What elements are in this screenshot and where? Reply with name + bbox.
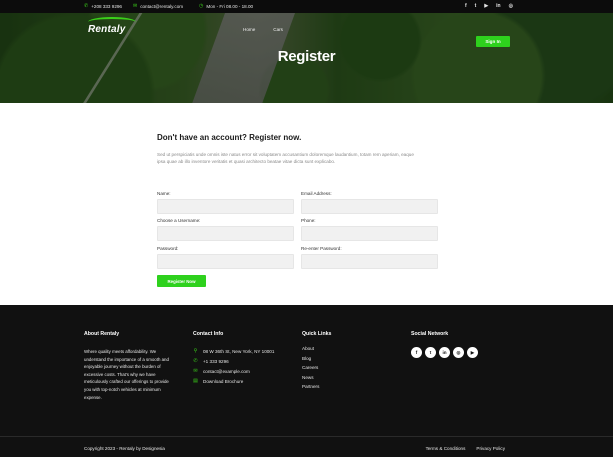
- email-input[interactable]: [301, 199, 438, 214]
- footer-social: Social Network f t in ◎ ▶: [411, 331, 478, 358]
- username-label: Choose a Username:: [157, 218, 201, 223]
- quick-links-title: Quick Links: [302, 331, 332, 337]
- footer-divider: [0, 436, 613, 437]
- instagram-icon[interactable]: ◎: [453, 347, 464, 358]
- privacy-link[interactable]: Privacy Policy: [476, 446, 505, 451]
- linkedin-icon[interactable]: in: [496, 4, 500, 9]
- facebook-icon[interactable]: f: [465, 4, 467, 9]
- instagram-icon[interactable]: ◎: [509, 4, 513, 9]
- contact-phone[interactable]: ✆ +1 333 9296: [193, 356, 274, 366]
- nav-item-cars[interactable]: Cars: [273, 27, 283, 32]
- topbar-hours: ◷ Mon - Fri 08.00 - 18.00: [199, 0, 253, 13]
- social-icons: f t in ◎ ▶: [411, 347, 478, 358]
- phone-label: Phone:: [301, 218, 316, 223]
- link-partners[interactable]: Partners: [302, 384, 331, 394]
- name-field-group: Name:: [157, 191, 294, 214]
- site-footer: About Rentaly Where quality meets afford…: [0, 305, 613, 457]
- file-icon: ▤: [193, 378, 198, 384]
- mail-icon: ✉: [193, 368, 198, 374]
- password-input[interactable]: [157, 254, 294, 269]
- contact-address: ⚲ 08 W 36th St, New York, NY 10001: [193, 346, 275, 356]
- main-nav: Home Cars: [243, 27, 283, 32]
- contact-email[interactable]: ✉ contact@example.com: [193, 366, 274, 376]
- facebook-icon[interactable]: f: [411, 347, 422, 358]
- page-title: Register: [277, 48, 336, 65]
- contact-brochure-text: Download Brochure: [203, 378, 244, 384]
- contact-email-text: contact@example.com: [203, 368, 250, 374]
- link-about[interactable]: About: [302, 346, 331, 356]
- top-bar: ✆ +208 333 9296 ✉ contact@rentaly.com ◷ …: [0, 0, 613, 13]
- legal-links: Terms & Conditions Privacy Policy: [426, 446, 505, 451]
- email-label: Email Address:: [301, 191, 332, 196]
- nav-item-home[interactable]: Home: [243, 27, 255, 32]
- site-logo[interactable]: Rentaly: [88, 17, 136, 35]
- topbar-phone-text: +208 333 9296: [91, 4, 122, 9]
- terms-link[interactable]: Terms & Conditions: [426, 446, 466, 451]
- topbar-hours-text: Mon - Fri 08.00 - 18.00: [206, 4, 254, 9]
- twitter-icon[interactable]: t: [425, 347, 436, 358]
- phone-input[interactable]: [301, 226, 438, 241]
- register-form: Don't have an account? Register now. Sed…: [157, 133, 442, 315]
- email-field-group: Email Address:: [301, 191, 438, 214]
- repassword-label: Re-enter Password:: [301, 246, 342, 251]
- footer-about: About Rentaly Where quality meets afford…: [84, 331, 176, 401]
- link-careers[interactable]: Careers: [302, 365, 331, 375]
- contact-list: ⚲ 08 W 36th St, New York, NY 10001 ✆ +1 …: [193, 346, 274, 386]
- username-input[interactable]: [157, 226, 294, 241]
- register-button[interactable]: Register Now: [157, 275, 206, 287]
- contact-phone-text: +1 333 9296: [203, 358, 229, 364]
- map-pin-icon: ⚲: [193, 348, 198, 354]
- linkedin-icon[interactable]: in: [439, 347, 450, 358]
- footer-quick-links: Quick Links About Blog Careers News Part…: [302, 331, 331, 394]
- repassword-field-group: Re-enter Password:: [301, 246, 438, 269]
- phone-field-group: Phone:: [301, 218, 438, 241]
- password-label: Password:: [157, 246, 179, 251]
- topbar-phone[interactable]: ✆ +208 333 9296: [84, 0, 122, 13]
- username-field-group: Choose a Username:: [157, 218, 294, 241]
- hero-banner: Rentaly Home Cars Sign In Register: [0, 13, 613, 103]
- phone-icon: ✆: [193, 358, 198, 364]
- about-text: Where quality meets affordability. We un…: [84, 349, 169, 400]
- footer-contact: Contact Info ⚲ 08 W 36th St, New York, N…: [193, 331, 274, 386]
- youtube-icon[interactable]: ▶: [467, 347, 478, 358]
- mail-icon: ✉: [133, 3, 138, 9]
- contact-address-text: 08 W 36th St, New York, NY 10001: [203, 348, 275, 354]
- topbar-email[interactable]: ✉ contact@rentaly.com: [133, 0, 183, 13]
- repassword-input[interactable]: [301, 254, 438, 269]
- form-heading: Don't have an account? Register now.: [157, 133, 302, 142]
- form-description: Sed ut perspiciatis unde omnis iste natu…: [157, 152, 414, 164]
- link-news[interactable]: News: [302, 375, 331, 385]
- contact-title: Contact Info: [193, 331, 224, 337]
- clock-icon: ◷: [199, 3, 204, 9]
- logo-text: Rentaly: [88, 24, 126, 35]
- signin-button[interactable]: Sign In: [476, 36, 510, 47]
- quick-links-list: About Blog Careers News Partners: [302, 346, 331, 394]
- twitter-icon[interactable]: t: [475, 4, 477, 9]
- name-label: Name:: [157, 191, 171, 196]
- link-blog[interactable]: Blog: [302, 356, 331, 366]
- phone-icon: ✆: [84, 3, 89, 9]
- name-input[interactable]: [157, 199, 294, 214]
- youtube-icon[interactable]: ▶: [484, 4, 488, 9]
- topbar-socials: f t ▶ in ◎: [465, 0, 513, 13]
- social-title: Social Network: [411, 331, 449, 337]
- contact-brochure[interactable]: ▤ Download Brochure: [193, 376, 274, 386]
- password-field-group: Password:: [157, 246, 294, 269]
- copyright-text: Copyright 2023 - Rentaly by Designesia: [84, 446, 165, 451]
- about-title: About Rentaly: [84, 331, 120, 337]
- form-fields: Name: Email Address: Choose a Username: …: [157, 165, 442, 315]
- topbar-email-text: contact@rentaly.com: [140, 4, 184, 9]
